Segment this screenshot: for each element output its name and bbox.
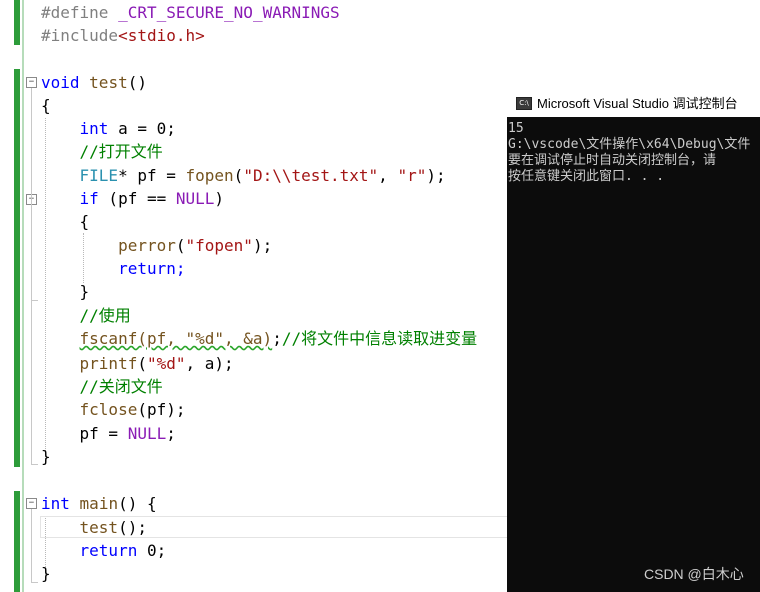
csdn-watermark: CSDN @白木心 bbox=[644, 566, 744, 582]
code-line-18[interactable]: fclose(pf); bbox=[41, 398, 186, 421]
fold-region-end bbox=[31, 300, 38, 301]
code-line-2[interactable]: #include<stdio.h> bbox=[41, 24, 205, 47]
code-line-16[interactable]: printf("%d", a); bbox=[41, 352, 234, 375]
change-indicator-bar bbox=[14, 69, 20, 467]
console-output-line: 按任意键关闭此窗口. . . bbox=[508, 169, 665, 184]
code-line-8[interactable]: FILE* pf = fopen("D:\\test.txt", "r"); bbox=[41, 164, 446, 187]
code-line-5[interactable]: { bbox=[41, 94, 51, 117]
console-title-bar[interactable]: C:\ Microsoft Visual Studio 调试控制台 bbox=[507, 90, 760, 117]
code-line-1[interactable]: #define _CRT_SECURE_NO_WARNINGS bbox=[41, 1, 340, 24]
code-line-6[interactable]: int a = 0; bbox=[41, 117, 176, 140]
code-line-14[interactable]: //使用 bbox=[41, 304, 131, 327]
console-output-line: G:\vscode\文件操作\x64\Debug\文件 bbox=[508, 137, 751, 152]
code-line-9[interactable]: if (pf == NULL) bbox=[41, 187, 225, 210]
collapse-main-icon[interactable]: − bbox=[26, 498, 37, 509]
code-line-7[interactable]: //打开文件 bbox=[41, 140, 163, 163]
code-line-10[interactable]: { bbox=[41, 210, 90, 233]
warning-squiggle: fscanf(pf, "%d", &a) bbox=[79, 329, 273, 348]
collapse-test-icon[interactable]: − bbox=[26, 77, 37, 88]
console-app-icon: C:\ bbox=[516, 97, 532, 110]
code-line-4[interactable]: void test() bbox=[41, 71, 147, 94]
code-line-17[interactable]: //关闭文件 bbox=[41, 375, 163, 398]
fold-region-end bbox=[31, 582, 38, 583]
console-title: Microsoft Visual Studio 调试控制台 bbox=[537, 96, 738, 111]
change-indicator-bar bbox=[14, 0, 20, 45]
code-line-12[interactable]: return; bbox=[41, 257, 185, 280]
code-line-11[interactable]: perror("fopen"); bbox=[41, 234, 272, 257]
code-line-19[interactable]: pf = NULL; bbox=[41, 422, 176, 445]
console-output-line: 要在调试停止时自动关闭控制台，请 bbox=[508, 153, 717, 168]
fold-region-line bbox=[31, 509, 32, 582]
code-line-24[interactable]: return 0; bbox=[41, 539, 167, 562]
code-line-23[interactable]: test(); bbox=[41, 516, 147, 539]
console-output-line: 15 bbox=[508, 121, 524, 136]
code-line-22[interactable]: int main() { bbox=[41, 492, 157, 515]
debug-console-window[interactable]: C:\ Microsoft Visual Studio 调试控制台 15 G:\… bbox=[507, 90, 760, 592]
code-line-15[interactable]: fscanf(pf, "%d", &a);//将文件中信息读取进变量 bbox=[41, 327, 478, 350]
gutter-line bbox=[22, 0, 24, 592]
fold-region-line bbox=[31, 205, 32, 300]
code-line-20[interactable]: } bbox=[41, 445, 51, 468]
code-line-25[interactable]: } bbox=[41, 562, 51, 585]
fold-region-end bbox=[31, 464, 38, 465]
change-indicator-bar bbox=[14, 491, 20, 592]
code-line-13[interactable]: } bbox=[41, 280, 90, 303]
